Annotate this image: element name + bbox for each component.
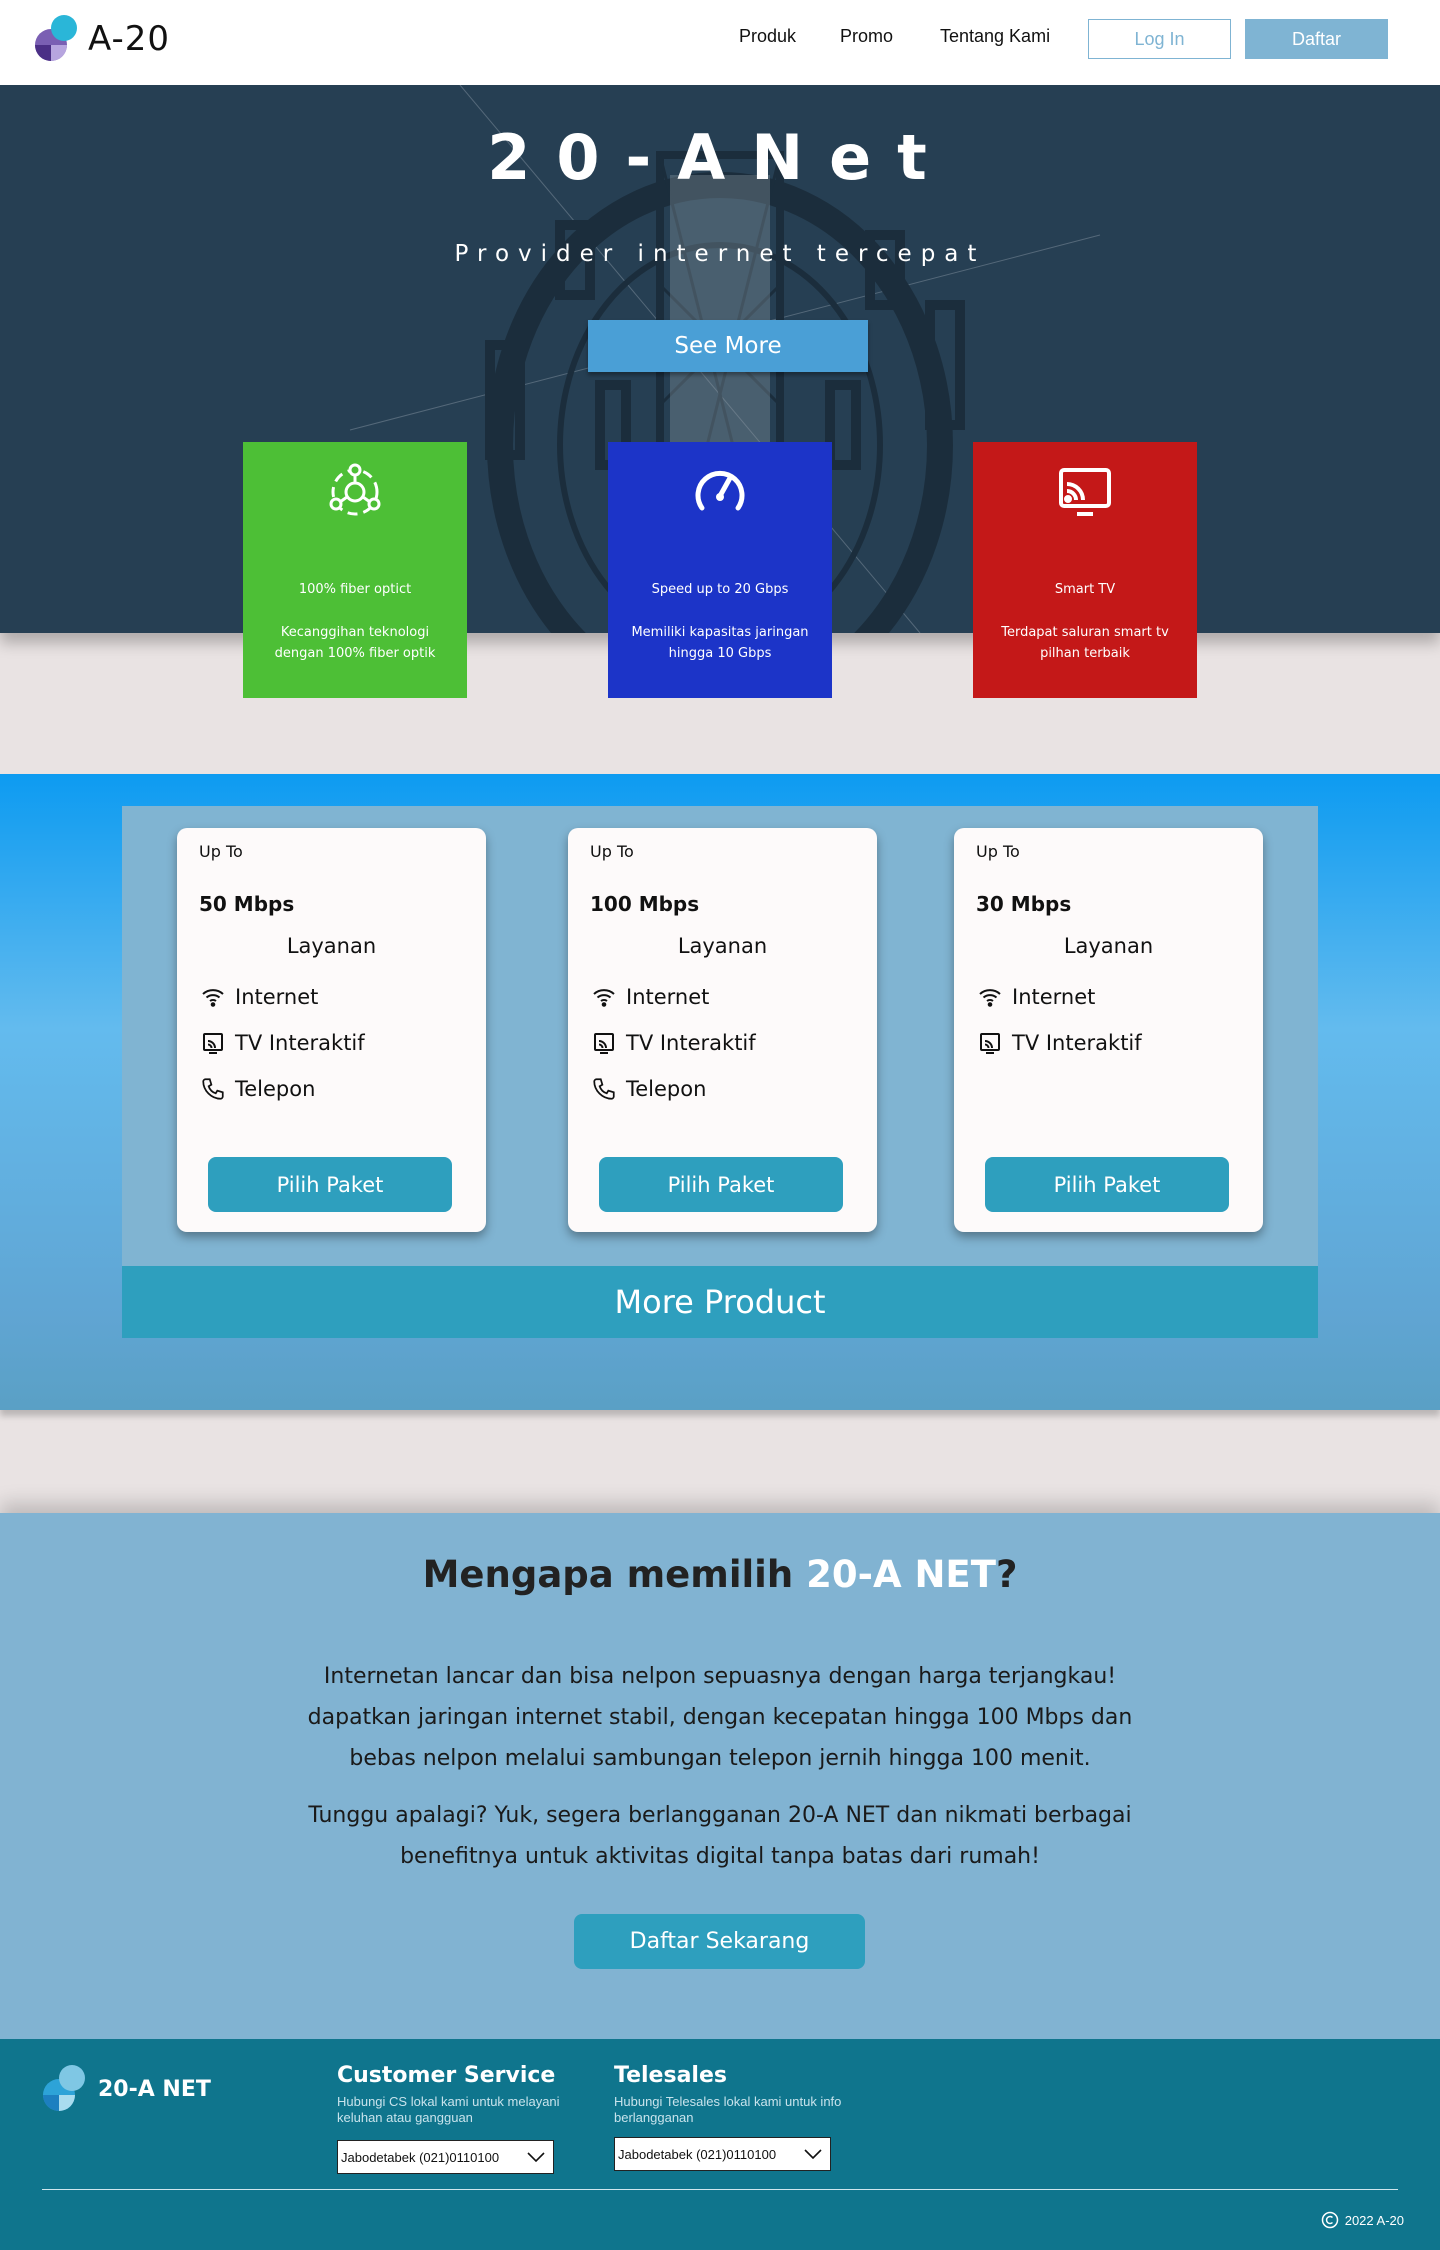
plan-upto-label: Up To xyxy=(976,842,1020,861)
plan-speed: 50 Mbps xyxy=(199,892,295,916)
brand-name: A-20 xyxy=(88,19,171,59)
plan-service-tv: TV Interaktif xyxy=(976,1028,1142,1058)
nav-link-promo[interactable]: Promo xyxy=(840,26,893,47)
more-product-button[interactable]: More Product xyxy=(122,1266,1318,1338)
plan-upto-label: Up To xyxy=(590,842,634,861)
hero-title: 20-ANet xyxy=(487,121,953,194)
customer-service-region-select[interactable]: Jabodetabek (021)0110100 xyxy=(337,2140,554,2174)
plan-speed: 100 Mbps xyxy=(590,892,700,916)
plan-service-text: Internet xyxy=(626,985,710,1009)
plan-service-text: Internet xyxy=(1012,985,1096,1009)
feature-description: Terdapat saluran smart tv pilhan terbaik xyxy=(1001,625,1169,661)
register-button[interactable]: Daftar xyxy=(1245,19,1388,59)
cast-tv-icon xyxy=(590,1029,618,1057)
cast-tv-icon xyxy=(199,1029,227,1057)
wifi-icon xyxy=(199,983,227,1011)
telesales-region-select[interactable]: Jabodetabek (021)0110100 xyxy=(614,2137,831,2171)
feature-card-smart-tv: Smart TV Terdapat saluran smart tv pilha… xyxy=(973,442,1197,698)
choose-plan-button[interactable]: Pilih Paket xyxy=(208,1157,452,1212)
copyright: 2022 A-20 xyxy=(1321,2211,1404,2229)
choose-plan-button[interactable]: Pilih Paket xyxy=(985,1157,1229,1212)
cast-tv-icon xyxy=(973,462,1197,526)
phone-icon xyxy=(590,1075,618,1103)
why-title: Mengapa memilih 20-A NET? xyxy=(0,1553,1440,1596)
plans-section: Up To 50 Mbps Layanan Internet TV Intera… xyxy=(0,774,1440,1410)
why-paragraph-2: Tunggu apalagi? Yuk, segera berlangganan… xyxy=(308,1803,1132,1869)
plan-card-30: Up To 30 Mbps Layanan Internet TV Intera… xyxy=(954,828,1263,1232)
plan-service-text: TV Interaktif xyxy=(235,1031,365,1055)
plan-upto-label: Up To xyxy=(199,842,243,861)
customer-service-block: Customer Service Hubungi CS lokal kami u… xyxy=(337,2063,607,2126)
plan-service-phone: Telepon xyxy=(199,1074,315,1104)
phone-icon xyxy=(199,1075,227,1103)
plan-service-tv: TV Interaktif xyxy=(199,1028,365,1058)
nav-link-produk[interactable]: Produk xyxy=(739,26,796,47)
telesales-selected: Jabodetabek (021)0110100 xyxy=(618,2146,777,2162)
plan-service-text: Telepon xyxy=(626,1077,707,1101)
login-button[interactable]: Log In xyxy=(1088,19,1231,59)
telesales-title: Telesales xyxy=(614,2063,727,2088)
footer-divider xyxy=(42,2189,1398,2190)
footer-brand[interactable]: 20-A NET xyxy=(42,2065,211,2113)
plan-services-label: Layanan xyxy=(1063,934,1154,958)
feature-title: Smart TV xyxy=(1054,582,1116,597)
telesales-description: Hubungi Telesales lokal kami untuk info … xyxy=(614,2094,842,2125)
chevron-down-icon xyxy=(804,2147,822,2162)
network-nodes-icon xyxy=(243,462,467,526)
plan-speed: 30 Mbps xyxy=(976,892,1072,916)
customer-service-selected: Jabodetabek (021)0110100 xyxy=(341,2149,500,2165)
plan-service-text: Telepon xyxy=(235,1077,316,1101)
why-title-highlight: 20-A NET xyxy=(806,1553,996,1596)
feature-title: 100% fiber optict xyxy=(298,582,412,597)
footer: 20-A NET Customer Service Hubungi CS lok… xyxy=(0,2039,1440,2250)
plan-card-50: Up To 50 Mbps Layanan Internet TV Intera… xyxy=(177,828,486,1232)
why-title-suffix: ? xyxy=(995,1553,1018,1596)
logo-icon xyxy=(43,2065,85,2111)
copyright-icon xyxy=(1321,2211,1339,2229)
hero-subtitle: Provider internet tercepat xyxy=(454,241,986,267)
telesales-block: Telesales Hubungi Telesales lokal kami u… xyxy=(614,2063,884,2126)
plan-service-tv: TV Interaktif xyxy=(590,1028,756,1058)
plan-services-label: Layanan xyxy=(286,934,377,958)
nav-link-tentang-kami[interactable]: Tentang Kami xyxy=(940,26,1050,47)
choose-plan-button[interactable]: Pilih Paket xyxy=(599,1157,843,1212)
see-more-button[interactable]: See More xyxy=(588,320,868,372)
feature-card-fiber: 100% fiber optict Kecanggihan teknologi … xyxy=(243,442,467,698)
plan-service-text: TV Interaktif xyxy=(1012,1031,1142,1055)
plans-panel: Up To 50 Mbps Layanan Internet TV Intera… xyxy=(122,806,1318,1270)
plan-service-text: TV Interaktif xyxy=(626,1031,756,1055)
logo-icon xyxy=(34,15,82,63)
footer-brand-name: 20-A NET xyxy=(98,2076,211,2102)
plan-service-text: Internet xyxy=(235,985,319,1009)
copyright-text: 2022 A-20 xyxy=(1344,2212,1404,2228)
plan-service-internet: Internet xyxy=(590,982,709,1012)
why-paragraph-1: Internetan lancar dan bisa nelpon sepuas… xyxy=(307,1664,1133,1771)
cast-tv-icon xyxy=(976,1029,1004,1057)
brand-logo[interactable]: A-20 xyxy=(34,14,170,64)
why-section: Mengapa memilih 20-A NET? Internetan lan… xyxy=(0,1513,1440,2039)
register-now-button[interactable]: Daftar Sekarang xyxy=(574,1914,865,1969)
why-title-prefix: Mengapa memilih xyxy=(422,1553,807,1596)
feature-title: Speed up to 20 Gbps xyxy=(651,582,789,597)
chevron-down-icon xyxy=(527,2150,545,2165)
speedometer-icon xyxy=(608,462,832,526)
plan-service-phone: Telepon xyxy=(590,1074,706,1104)
customer-service-title: Customer Service xyxy=(337,2063,556,2088)
plan-service-internet: Internet xyxy=(976,982,1095,1012)
plan-services-label: Layanan xyxy=(677,934,768,958)
wifi-icon xyxy=(590,983,618,1011)
customer-service-description: Hubungi CS lokal kami untuk melayani kel… xyxy=(337,2094,560,2125)
wifi-icon xyxy=(976,983,1004,1011)
plan-service-internet: Internet xyxy=(199,982,318,1012)
navbar: A-20 Produk Promo Tentang Kami Log In Da… xyxy=(0,0,1440,85)
plan-card-100: Up To 100 Mbps Layanan Internet TV Inter… xyxy=(568,828,877,1232)
feature-description: Kecanggihan teknologi dengan 100% fiber … xyxy=(274,625,436,661)
feature-card-speed: Speed up to 20 Gbps Memiliki kapasitas j… xyxy=(608,442,832,698)
feature-description: Memiliki kapasitas jaringan hingga 10 Gb… xyxy=(631,625,809,661)
